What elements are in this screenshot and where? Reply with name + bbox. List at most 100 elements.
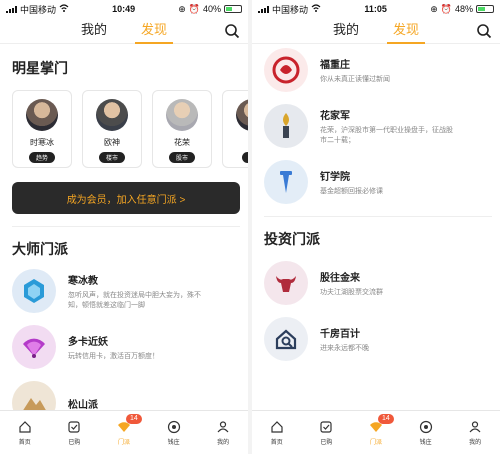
list-item[interactable]: 股往金来 功夫江湖股票交流群 — [252, 261, 500, 305]
tab-discover[interactable]: 发现 — [134, 18, 174, 44]
home-icon — [271, 420, 283, 433]
item-title: 千房百计 — [320, 328, 360, 340]
wifi-icon — [311, 4, 321, 14]
list-item[interactable]: 花家军 花荣，沪深股市第一代职业操盘手，征战股 市二十载； — [252, 104, 500, 148]
item-title: 福重庄 — [320, 59, 350, 71]
top-nav: 我的 发现 — [0, 18, 248, 44]
lock-rotation-icon: ⊕ — [430, 3, 438, 14]
tab-home[interactable]: 首页 — [5, 420, 45, 446]
tab-mine[interactable]: 我的 — [81, 18, 107, 44]
list-item[interactable]: 千房百计 进来永远都不晚 — [252, 317, 500, 361]
item-desc: 忽听风声，就在投资迷局中胆大妄为，殊不 知，顿悟就差这临门一脚 — [68, 291, 201, 309]
star-card[interactable]: 花荣 股市 — [152, 90, 212, 168]
item-title: 钉学院 — [320, 171, 350, 183]
house-icon — [264, 317, 308, 361]
bull-icon — [264, 261, 308, 305]
item-desc: 花荣，沪深股市第一代职业操盘手，征战股 市二十载； — [320, 126, 453, 144]
item-desc: 玩转信用卡，激活百万额度！ — [68, 352, 159, 360]
tab-home[interactable]: 首页 — [257, 420, 297, 446]
star-card[interactable]: 时寒冰 趋势 — [12, 90, 72, 168]
join-vip-button[interactable]: 成为会员，加入任意门派 > — [12, 182, 240, 214]
avatar — [166, 99, 198, 131]
nail-icon — [264, 160, 308, 204]
user-icon — [469, 420, 481, 432]
search-icon[interactable] — [224, 23, 240, 39]
item-desc: 基金超额回报必修课 — [320, 187, 383, 195]
tab-mine-bottom[interactable]: 我的 — [455, 420, 495, 446]
tab-sects[interactable]: 门派 14 — [104, 413, 144, 446]
star-card[interactable]: 如 趋 — [222, 90, 248, 168]
user-icon — [217, 420, 229, 432]
star-tag: 趋势 — [28, 152, 55, 163]
list-item[interactable]: 福重庄 你从未真正读懂过新闻 — [252, 48, 500, 92]
torch-icon — [264, 104, 308, 148]
avatar — [236, 99, 248, 131]
clock: 10:49 — [112, 4, 136, 14]
clock: 11:05 — [364, 4, 387, 14]
list-item[interactable]: 多卡近妖 玩转信用卡，激活百万额度！ — [0, 325, 248, 369]
phone-screen-left: 中国移动 10:49 ⊕ ⏰ 40% 我的 发现 明星掌门 时寒冰 趋势 欧神 … — [0, 0, 248, 454]
star-carousel[interactable]: 时寒冰 趋势 欧神 楼市 花荣 股市 如 趋 — [0, 90, 248, 168]
bottom-tab-bar: 首页 已购 门派 14 钱庄 我的 — [0, 410, 248, 454]
tab-label: 首页 — [270, 439, 283, 446]
tab-purchased[interactable]: 已购 — [306, 420, 346, 446]
section-title-invest: 投资门派 — [264, 231, 320, 247]
list-item[interactable]: 寒冰教 忽听风声，就在投资迷局中胆大妄为，殊不 知，顿悟就差这临门一脚 — [0, 269, 248, 313]
lock-rotation-icon: ⊕ — [178, 3, 186, 14]
section-title-masters: 大师门派 — [12, 241, 68, 257]
carrier-label: 中国移动 — [20, 4, 57, 15]
signal-icon — [258, 5, 269, 13]
star-name: 时寒冰 — [30, 138, 54, 147]
lion-icon — [12, 269, 56, 313]
notification-badge: 14 — [377, 413, 394, 424]
signal-icon — [6, 5, 17, 13]
search-icon[interactable] — [476, 23, 492, 39]
tab-bank[interactable]: 钱庄 — [406, 420, 446, 446]
status-bar: 中国移动 10:49 ⊕ ⏰ 40% — [0, 0, 248, 18]
phone-screen-right: 中国移动 11:05 ⊕ ⏰ 48% 我的 发现 福重庄 你从未真正读懂过新闻 … — [252, 0, 500, 454]
battery-icon — [475, 5, 494, 13]
checkbox-icon — [320, 420, 332, 433]
tab-label: 钱庄 — [167, 439, 180, 446]
tab-discover[interactable]: 发现 — [386, 18, 426, 44]
tab-label: 我的 — [217, 439, 230, 446]
item-desc: 你从未真正读懂过新闻 — [320, 75, 390, 83]
dragon-icon — [264, 48, 308, 92]
tab-mine[interactable]: 我的 — [333, 18, 359, 44]
checkbox-icon — [68, 420, 80, 433]
item-title: 寒冰教 — [68, 275, 98, 287]
item-title: 松山派 — [68, 399, 98, 411]
battery-percent: 40% — [202, 4, 221, 14]
carrier-label: 中国移动 — [272, 4, 309, 15]
tab-label: 已购 — [320, 439, 333, 446]
tab-purchased[interactable]: 已购 — [54, 420, 94, 446]
alarm-icon: ⏰ — [188, 3, 200, 14]
battery-icon — [223, 5, 242, 13]
notification-badge: 14 — [125, 413, 142, 424]
tab-sects[interactable]: 门派 14 — [356, 413, 396, 446]
item-desc: 功夫江湖股票交流群 — [320, 288, 383, 296]
star-tag: 楼市 — [98, 152, 125, 163]
compass-icon — [419, 420, 432, 433]
home-icon — [19, 420, 31, 433]
item-title: 多卡近妖 — [68, 336, 108, 348]
item-title: 花家军 — [320, 110, 350, 122]
fan-icon — [12, 325, 56, 369]
tab-mine-bottom[interactable]: 我的 — [203, 420, 243, 446]
item-title: 股往金来 — [320, 272, 360, 284]
tab-label: 钱庄 — [419, 439, 432, 446]
tab-label: 首页 — [18, 439, 31, 446]
alarm-icon: ⏰ — [440, 3, 452, 14]
star-name: 欧神 — [104, 138, 120, 147]
bottom-tab-bar: 首页 已购 门派 14 钱庄 我的 — [252, 410, 500, 454]
list-item[interactable]: 钉学院 基金超额回报必修课 — [252, 160, 500, 204]
wifi-icon — [59, 4, 69, 14]
tab-bank[interactable]: 钱庄 — [154, 420, 194, 446]
section-title-stars: 明星掌门 — [12, 60, 68, 76]
tab-label: 门派 — [117, 439, 130, 446]
star-name: 花荣 — [174, 138, 190, 147]
star-card[interactable]: 欧神 楼市 — [82, 90, 142, 168]
star-tag: 股市 — [168, 152, 195, 163]
tab-label: 我的 — [469, 439, 482, 446]
status-bar: 中国移动 11:05 ⊕ ⏰ 48% — [252, 0, 500, 18]
